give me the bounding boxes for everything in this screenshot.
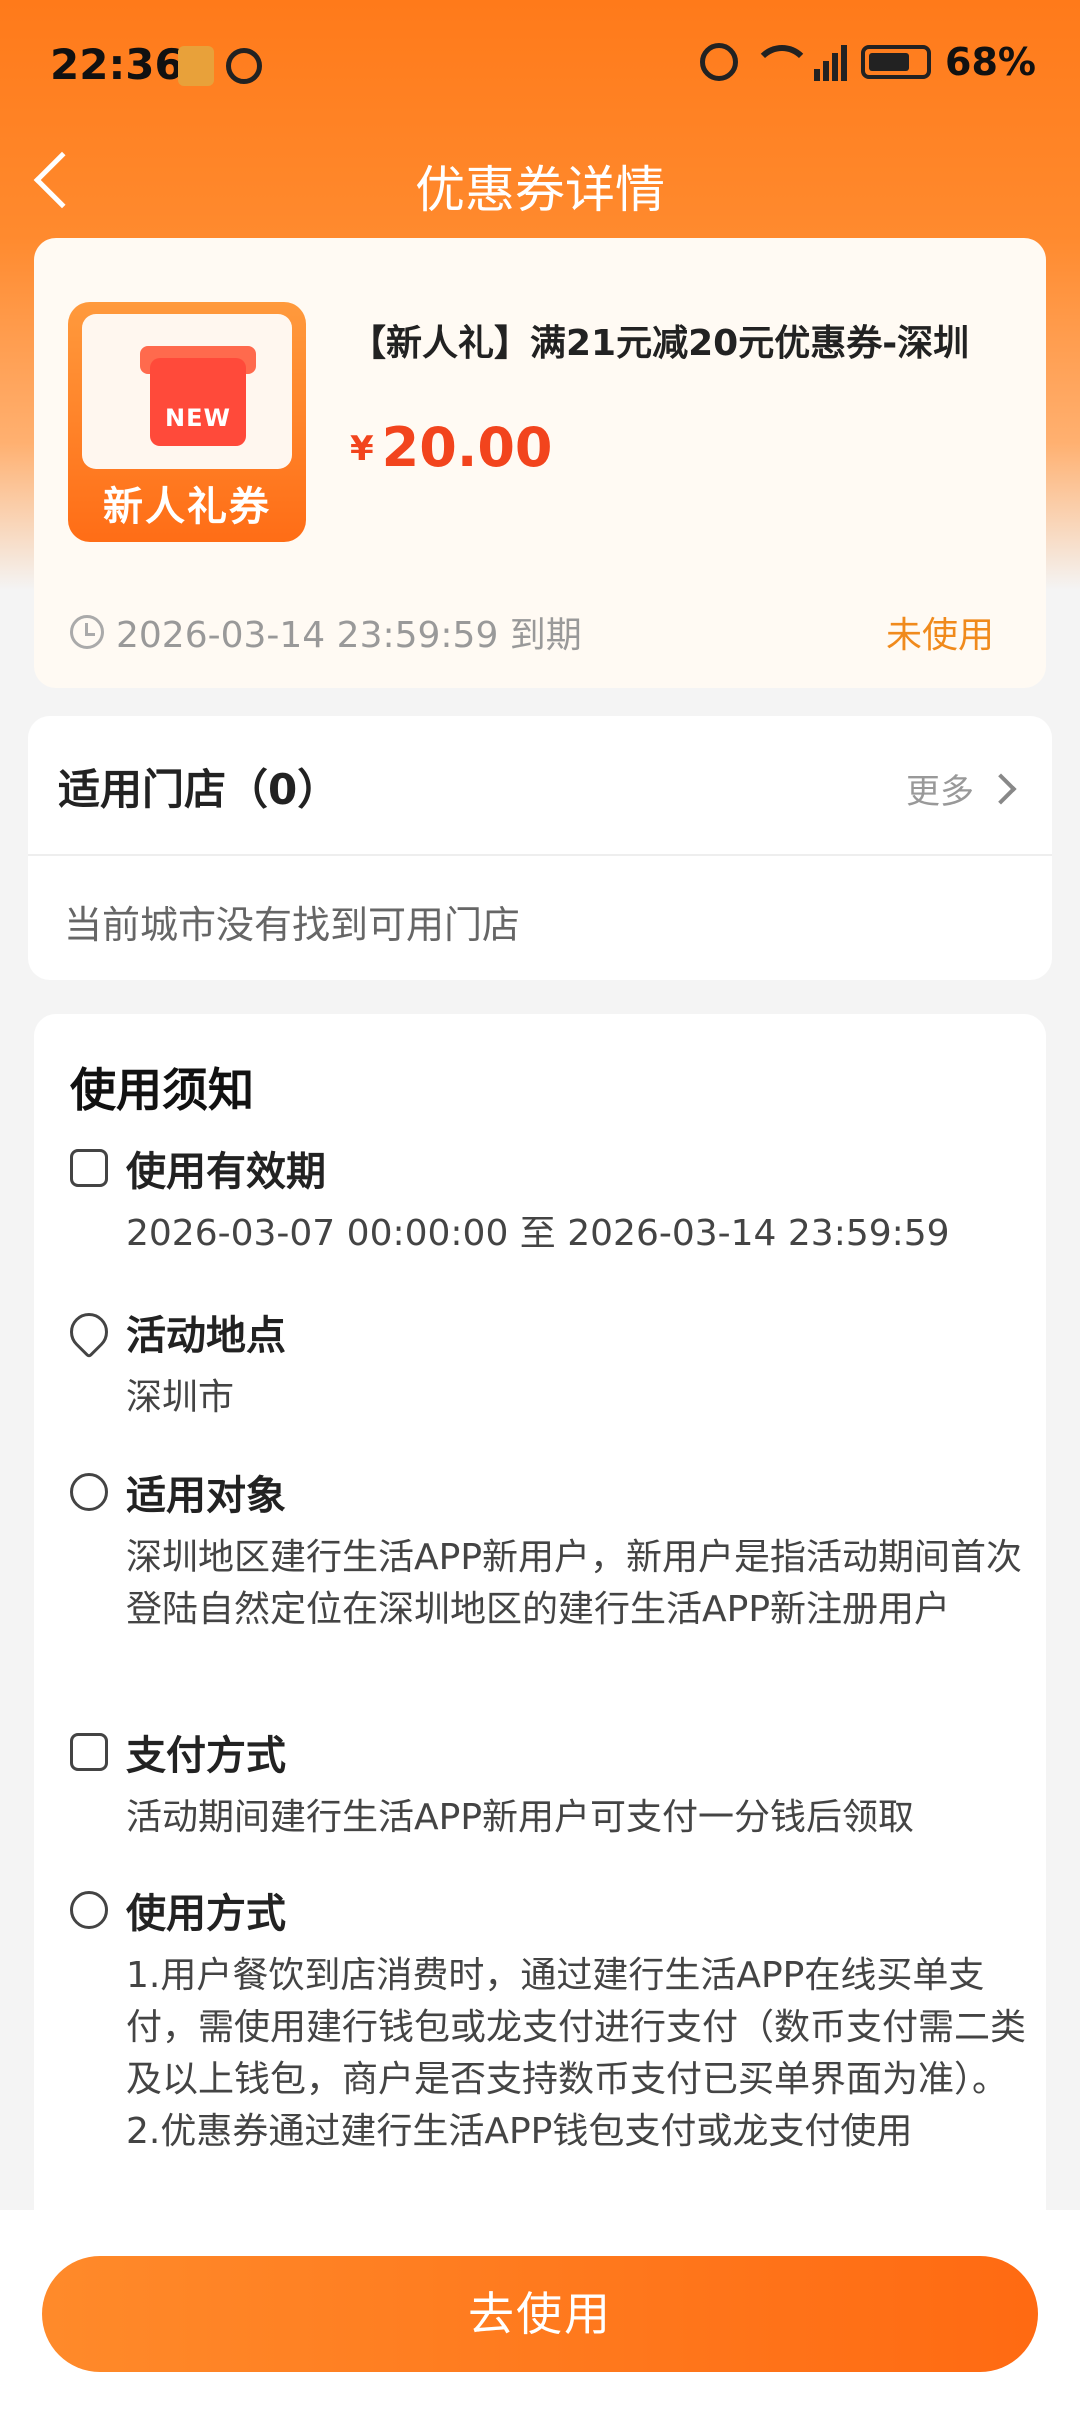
section-usage-method: 使用方式 1.用户餐饮到店消费时，通过建行生活APP在线买单支付，需使用建行钱包… xyxy=(70,1882,1030,2158)
section-body: 深圳地区建行生活APP新用户，新用户是指活动期间首次登陆自然定位在深圳地区的建行… xyxy=(126,1537,1023,1630)
status-time: 22:36 xyxy=(50,40,184,89)
section-body: 1.用户餐饮到店消费时，通过建行生活APP在线买单支付，需使用建行钱包或龙支付进… xyxy=(126,1955,1027,2100)
battery-percent: 68% xyxy=(945,40,1036,84)
section-title: 支付方式 xyxy=(126,1733,286,1779)
coupon-status: 未使用 xyxy=(885,615,994,656)
status-indicators: 68% xyxy=(700,40,1036,84)
section-title: 使用方式 xyxy=(126,1891,286,1937)
usage-notice-card: 使用须知 使用有效期 2026-03-07 00:00:00 至 2026-03… xyxy=(34,1014,1046,2314)
empty-store-message: 当前城市没有找到可用门店 xyxy=(64,903,521,947)
bottom-action-bar: 去使用 xyxy=(0,2210,1080,2412)
status-bar: 22:36 68% xyxy=(0,0,1080,140)
section-title: 活动地点 xyxy=(126,1313,286,1359)
calendar-icon xyxy=(70,1149,108,1187)
location-pin-icon xyxy=(62,1305,116,1359)
more-stores-link[interactable]: 更多 xyxy=(906,764,1017,813)
alarm-icon xyxy=(700,43,739,81)
section-location: 活动地点 深圳市 xyxy=(62,1304,1030,1424)
section-body-2: 2.优惠券通过建行生活APP钱包支付或龙支付使用 xyxy=(126,2111,913,2152)
coupon-card: NEW 新人礼券 【新人礼】满21元减20元优惠券-深圳 ¥20.00 2026… xyxy=(34,238,1046,688)
section-payment: 支付方式 活动期间建行生活APP新用户可支付一分钱后领取 xyxy=(70,1724,1030,1844)
battery-icon xyxy=(861,45,932,79)
notice-heading: 使用须知 xyxy=(70,1063,254,1117)
price-amount: 20.00 xyxy=(381,416,553,479)
divider xyxy=(28,854,1052,856)
currency-symbol: ¥ xyxy=(350,429,374,469)
section-audience: 适用对象 深圳地区建行生活APP新用户，新用户是指活动期间首次登陆自然定位在深圳… xyxy=(70,1464,1030,1636)
compass-icon xyxy=(70,1473,108,1511)
store-card: 适用门店（0） 更多 当前城市没有找到可用门店 xyxy=(28,716,1052,980)
section-body: 活动期间建行生活APP新用户可支付一分钱后领取 xyxy=(126,1797,915,1838)
section-validity: 使用有效期 2026-03-07 00:00:00 至 2026-03-14 2… xyxy=(70,1140,1030,1260)
section-body: 2026-03-07 00:00:00 至 2026-03-14 23:59:5… xyxy=(126,1213,950,1254)
expiry-text: 2026-03-14 23:59:59 到期 xyxy=(116,615,582,656)
page-title: 优惠券详情 xyxy=(415,161,665,219)
clock-icon xyxy=(70,615,104,649)
signal-icon xyxy=(814,43,848,81)
app-notification-icon xyxy=(178,46,214,86)
section-body: 深圳市 xyxy=(126,1377,235,1418)
check-circle-icon xyxy=(70,1891,108,1929)
use-coupon-button[interactable]: 去使用 xyxy=(42,2256,1038,2372)
nav-bar: 优惠券详情 xyxy=(0,130,1080,230)
wifi-icon xyxy=(752,45,813,79)
wallet-icon xyxy=(70,1733,108,1771)
notification-ring-icon xyxy=(226,48,262,84)
coupon-title: 【新人礼】满21元减20元优惠券-深圳 xyxy=(350,323,970,364)
section-title: 使用有效期 xyxy=(126,1149,326,1195)
more-label: 更多 xyxy=(906,772,974,812)
new-badge: NEW xyxy=(165,404,231,432)
section-title: 适用对象 xyxy=(126,1473,286,1519)
coupon-thumbnail: NEW 新人礼券 xyxy=(68,302,306,542)
coupon-price: ¥20.00 xyxy=(350,416,552,479)
chevron-right-icon xyxy=(985,772,1017,805)
store-title: 适用门店（0） xyxy=(58,765,340,814)
thumbnail-label: 新人礼券 xyxy=(103,484,271,530)
expiry-row: 2026-03-14 23:59:59 到期 xyxy=(70,606,582,658)
